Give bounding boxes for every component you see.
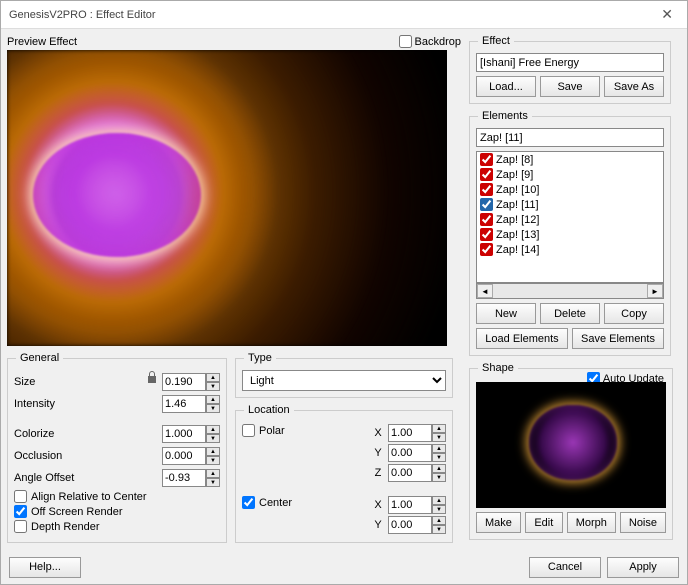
shape-preview — [476, 382, 666, 508]
saveas-button[interactable]: Save As — [604, 76, 664, 97]
list-item-checkbox[interactable] — [480, 213, 493, 226]
center-checkbox[interactable]: Center — [242, 496, 368, 509]
colorize-input[interactable] — [162, 425, 206, 443]
element-name-input[interactable] — [476, 128, 664, 147]
list-item-label: Zap! [14] — [496, 244, 539, 256]
list-item-checkbox[interactable] — [480, 198, 493, 211]
preview-label: Preview Effect — [7, 36, 399, 48]
window-title: GenesisV2PRO : Effect Editor — [9, 9, 655, 21]
loc-y1[interactable] — [388, 444, 432, 462]
occlusion-input[interactable] — [162, 447, 206, 465]
noise-button[interactable]: Noise — [620, 512, 666, 533]
list-item[interactable]: Zap! [8] — [477, 152, 663, 167]
list-item-label: Zap! [13] — [496, 229, 539, 241]
list-item-label: Zap! [11] — [496, 199, 539, 211]
elements-group: Elements Zap! [8]Zap! [9]Zap! [10]Zap! [… — [469, 110, 671, 356]
list-item-label: Zap! [8] — [496, 154, 533, 166]
h-scrollbar[interactable]: ◄ ► — [476, 283, 664, 299]
list-item[interactable]: Zap! [14] — [477, 242, 663, 257]
list-item-checkbox[interactable] — [480, 243, 493, 256]
size-input[interactable] — [162, 373, 206, 391]
backdrop-checkbox[interactable]: Backdrop — [399, 35, 461, 48]
type-select[interactable]: Light — [242, 370, 446, 391]
loc-y2[interactable] — [388, 516, 432, 534]
spin-down[interactable]: ▼ — [206, 382, 220, 391]
titlebar: GenesisV2PRO : Effect Editor ✕ — [1, 1, 687, 29]
list-item[interactable]: Zap! [9] — [477, 167, 663, 182]
backdrop-input[interactable] — [399, 35, 412, 48]
new-button[interactable]: New — [476, 303, 536, 324]
save-elements-button[interactable]: Save Elements — [572, 328, 664, 349]
load-button[interactable]: Load... — [476, 76, 536, 97]
list-item-label: Zap! [10] — [496, 184, 539, 196]
list-item-checkbox[interactable] — [480, 168, 493, 181]
general-group: General Size Intensity ▲▼ — [7, 352, 227, 543]
list-item-checkbox[interactable] — [480, 228, 493, 241]
close-icon[interactable]: ✕ — [655, 6, 679, 23]
list-item-label: Zap! [9] — [496, 169, 533, 181]
spin-up[interactable]: ▲ — [206, 373, 220, 382]
list-item-checkbox[interactable] — [480, 153, 493, 166]
loc-x1[interactable] — [388, 424, 432, 442]
polar-checkbox[interactable]: Polar — [242, 424, 368, 437]
lock-icon[interactable] — [146, 370, 158, 384]
align-checkbox[interactable]: Align Relative to Center — [14, 490, 220, 503]
list-item[interactable]: Zap! [10] — [477, 182, 663, 197]
scroll-left-icon[interactable]: ◄ — [477, 284, 493, 298]
elements-list[interactable]: Zap! [8] Zap! [9] Zap! [10] Zap! [11] Zap! [… — [476, 151, 664, 283]
copy-button[interactable]: Copy — [604, 303, 664, 324]
list-item[interactable]: Zap! [12] — [477, 212, 663, 227]
angle-input[interactable] — [162, 469, 206, 487]
loc-x2[interactable] — [388, 496, 432, 514]
depth-checkbox[interactable]: Depth Render — [14, 520, 220, 533]
delete-button[interactable]: Delete — [540, 303, 600, 324]
cancel-button[interactable]: Cancel — [529, 557, 601, 578]
effect-name-input[interactable] — [476, 53, 664, 72]
make-button[interactable]: Make — [476, 512, 521, 533]
scroll-right-icon[interactable]: ► — [647, 284, 663, 298]
type-group: Type Light — [235, 352, 453, 398]
effect-group: Effect Load... Save Save As — [469, 35, 671, 104]
preview-canvas — [7, 50, 447, 346]
list-item[interactable]: Zap! [11] — [477, 197, 663, 212]
loc-z1[interactable] — [388, 464, 432, 482]
list-item-label: Zap! [12] — [496, 214, 539, 226]
list-item-checkbox[interactable] — [480, 183, 493, 196]
help-button[interactable]: Help... — [9, 557, 81, 578]
shape-group: Shape Auto Update Make Edit Morph Noise — [469, 362, 673, 540]
edit-button[interactable]: Edit — [525, 512, 563, 533]
list-item[interactable]: Zap! [13] — [477, 227, 663, 242]
load-elements-button[interactable]: Load Elements — [476, 328, 568, 349]
location-group: Location Polar X▲▼ Y▲▼ Z▲▼ — [235, 404, 453, 543]
save-button[interactable]: Save — [540, 76, 600, 97]
morph-button[interactable]: Morph — [567, 512, 616, 533]
intensity-input[interactable] — [162, 395, 206, 413]
apply-button[interactable]: Apply — [607, 557, 679, 578]
offscreen-checkbox[interactable]: Off Screen Render — [14, 505, 220, 518]
